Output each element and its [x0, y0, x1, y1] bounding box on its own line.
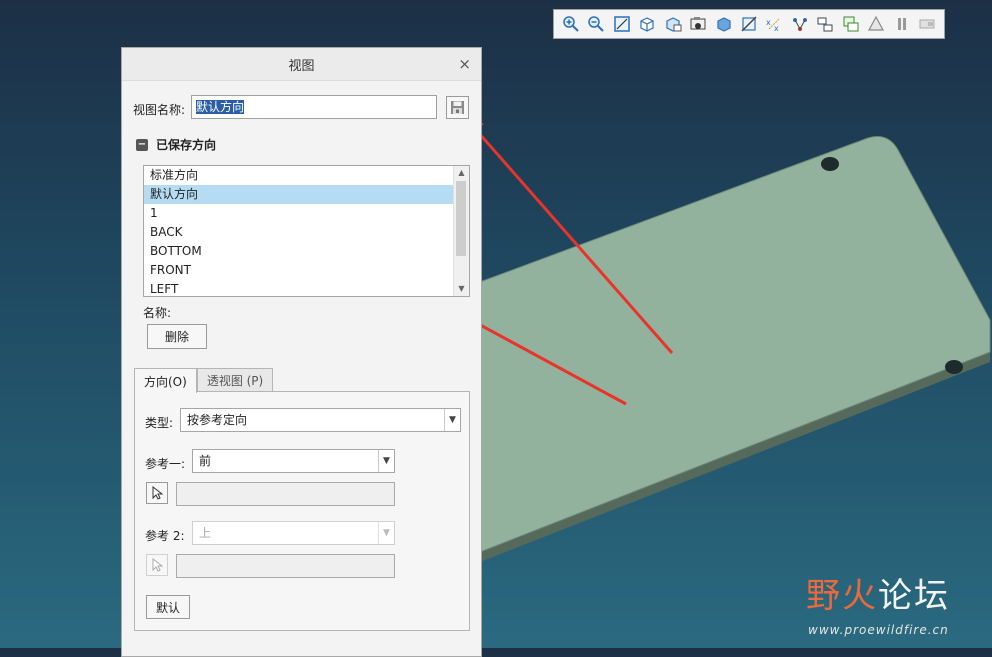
view-name-input[interactable]: 默认方向 [191, 95, 437, 119]
dialog-title: 视图 [288, 58, 315, 74]
watermark-url: www.proewildfire.cn [808, 623, 949, 637]
view-toolbar: xx [553, 9, 945, 39]
chevron-down-icon[interactable]: ▼ [378, 450, 394, 472]
type-value: 按参考定向 [187, 413, 248, 427]
ref1-value: 前 [199, 454, 212, 468]
list-item[interactable]: 标准方向 [144, 166, 469, 185]
spin-center-icon [817, 17, 833, 32]
scroll-up-icon[interactable]: ▲ [454, 166, 469, 180]
cursor-icon [152, 558, 163, 572]
ref1-label: 参考一: [145, 457, 186, 471]
saved-views-icon [666, 17, 682, 32]
ref2-pick-button [146, 554, 168, 576]
toolbar-button-11[interactable] [838, 12, 863, 36]
list-item[interactable]: FRONT [144, 261, 469, 280]
saved-orientations-header[interactable]: − 已保存方向 [136, 136, 216, 153]
zoom-in-icon [562, 16, 579, 32]
tab-perspective[interactable]: 透视图 (P) [196, 368, 274, 392]
save-view-button[interactable] [446, 96, 469, 119]
toolbar-button-5[interactable] [685, 12, 710, 36]
delete-button[interactable]: 删除 [147, 324, 207, 349]
plate-hole-right [945, 360, 963, 374]
cube-view-icon [640, 17, 654, 32]
dialog-title-bar: 视图 × [122, 48, 481, 81]
toolbar-button-7[interactable] [736, 12, 761, 36]
toolbar-button-6[interactable] [711, 12, 736, 36]
chevron-down-icon: ▼ [378, 522, 394, 544]
pause-icon [897, 18, 906, 30]
zoom-out-icon [588, 16, 604, 32]
list-scrollbar[interactable]: ▲ ▼ [453, 166, 469, 296]
view-name-value: 默认方向 [196, 100, 245, 114]
svg-text:x: x [774, 24, 779, 33]
toolbar-button-14[interactable] [915, 12, 940, 36]
section-icon [741, 16, 757, 32]
view-dialog: 视图 × 视图名称: 默认方向 − 已保存方向 标准方向 默认方向 1 BACK BOT… [121, 47, 482, 657]
cursor-icon [152, 486, 163, 500]
ref2-reference-field [176, 554, 395, 578]
refit-icon [613, 16, 630, 32]
toolbar-button-8[interactable]: xx [762, 12, 787, 36]
watermark-logo: 野火论坛 [806, 568, 950, 617]
ref2-label: 参考 2: [145, 529, 185, 543]
plate-hole-top [821, 157, 839, 171]
scroll-down-icon[interactable]: ▼ [454, 282, 469, 296]
close-icon[interactable]: × [458, 55, 471, 73]
toolbar-button-4[interactable] [660, 12, 685, 36]
saved-orientations-title: 已保存方向 [156, 138, 217, 152]
ref2-select: 上 ▼ [192, 521, 395, 545]
collapse-icon[interactable]: − [136, 138, 148, 151]
plate-top-face [479, 136, 991, 553]
list-item[interactable]: BOTTOM [144, 242, 469, 261]
watermark-brand-1: 野火 [806, 576, 878, 616]
annotation-icon [843, 16, 859, 32]
forum-watermark: 野火论坛 www.proewildfire.cn [806, 568, 986, 640]
toolbar-button-1[interactable] [583, 12, 608, 36]
toolbar-button-12[interactable] [864, 12, 889, 36]
orientation-panel: 类型: 按参考定向 ▼ 参考一: 前 ▼ 参考 2: 上 ▼ 默认 [134, 391, 470, 631]
save-icon [451, 101, 464, 114]
toolbar-button-10[interactable] [813, 12, 838, 36]
saved-orientations-list[interactable]: 标准方向 默认方向 1 BACK BOTTOM FRONT LEFT ▲ ▼ [143, 165, 470, 297]
name-label: 名称: [143, 306, 172, 320]
list-item[interactable]: BACK [144, 223, 469, 242]
svg-text:x: x [766, 18, 771, 27]
tab-orientation[interactable]: 方向(O) [134, 368, 197, 393]
datum-points-icon: xx [766, 18, 780, 33]
toolbar-button-2[interactable] [609, 12, 634, 36]
ref1-pick-button[interactable] [146, 482, 168, 504]
toolbar-button-0[interactable] [558, 12, 583, 36]
default-button[interactable]: 默认 [146, 595, 190, 619]
scroll-thumb[interactable] [456, 181, 466, 256]
toolbar-button-3[interactable] [634, 12, 659, 36]
type-select[interactable]: 按参考定向 ▼ [180, 408, 461, 432]
display-style-icon [716, 17, 731, 32]
ref1-reference-field[interactable] [176, 482, 395, 506]
list-item[interactable]: 默认方向 [144, 185, 469, 204]
toolbar-button-13[interactable] [889, 12, 914, 36]
render-camera-icon [690, 17, 706, 30]
toolbar-button-9[interactable] [787, 12, 812, 36]
chevron-down-icon[interactable]: ▼ [444, 409, 460, 431]
warning-icon [868, 15, 885, 31]
list-item[interactable]: 1 [144, 204, 469, 223]
list-item[interactable]: LEFT [144, 280, 469, 296]
view-name-label: 视图名称: [133, 103, 186, 117]
type-label: 类型: [145, 416, 174, 430]
axis-display-icon [792, 18, 807, 31]
ref2-value: 上 [199, 526, 212, 540]
ref1-select[interactable]: 前 ▼ [192, 449, 395, 473]
next-icon [919, 19, 935, 29]
watermark-brand-2: 论坛 [878, 576, 950, 616]
dialog-tabs: 方向(O) 透视图 (P) [134, 368, 274, 393]
